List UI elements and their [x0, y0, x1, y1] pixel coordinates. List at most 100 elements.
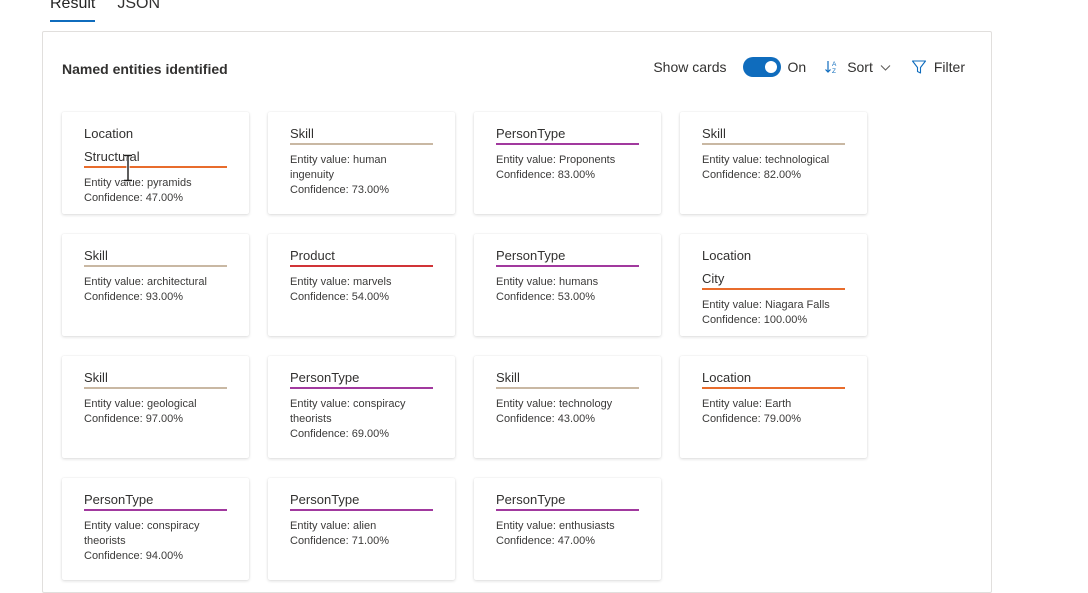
- text-cursor-icon: [122, 153, 134, 183]
- entity-category: PersonType: [290, 492, 433, 511]
- entity-card-body: Skill Entity value: architectural Confiden…: [62, 234, 249, 305]
- entity-value: Entity value: Earth: [702, 398, 792, 410]
- entity-confidence: Confidence: 47.00%: [496, 535, 596, 547]
- entity-card[interactable]: Skill Entity value: technology Confidence:…: [474, 356, 661, 458]
- entity-category: Skill: [290, 126, 433, 145]
- entity-details: Entity value: human ingenuity Confidence:…: [290, 153, 433, 198]
- entity-category: Skill: [496, 370, 639, 389]
- entity-card[interactable]: Location Structural Entity value: pyramids…: [62, 112, 249, 214]
- entity-details: Entity value: alien Confidence: 71.00%: [290, 519, 433, 549]
- entity-category: Location: [702, 248, 752, 263]
- entity-card-body: PersonType Entity value: conspiracy theor…: [268, 356, 455, 442]
- sort-icon: A Z: [824, 59, 840, 75]
- entity-card-body: Skill Entity value: geological Confidence:…: [62, 356, 249, 427]
- entity-value: Entity value: conspiracy theorists: [84, 520, 200, 547]
- entity-card-body: PersonType Entity value: humans Confidence…: [474, 234, 661, 305]
- entity-category: PersonType: [496, 248, 639, 267]
- entity-card[interactable]: PersonType Entity value: humans Confidence…: [474, 234, 661, 336]
- entity-confidence: Confidence: 97.00%: [84, 413, 184, 425]
- entity-category: PersonType: [290, 370, 433, 389]
- entity-confidence: Confidence: 93.00%: [84, 291, 184, 303]
- entity-confidence: Confidence: 43.00%: [496, 413, 596, 425]
- entity-card[interactable]: Skill Entity value: architectural Confiden…: [62, 234, 249, 336]
- entity-confidence: Confidence: 73.00%: [290, 184, 390, 196]
- entity-confidence: Confidence: 69.00%: [290, 428, 390, 440]
- entity-category: Product: [290, 248, 433, 267]
- entity-confidence: Confidence: 71.00%: [290, 535, 390, 547]
- entity-card-body: PersonType Entity value: enthusiasts Confi…: [474, 478, 661, 549]
- entity-subcategory: Structural: [84, 143, 227, 168]
- card-controls: Show cards On A Z Sort Filter: [653, 57, 965, 77]
- entity-card[interactable]: PersonType Entity value: enthusiasts Confi…: [474, 478, 661, 580]
- tab-json[interactable]: JSON: [117, 0, 160, 22]
- sort-label: Sort: [847, 59, 873, 75]
- entity-value: Entity value: humans: [496, 276, 599, 288]
- entity-category: PersonType: [84, 492, 227, 511]
- entity-subcategory: City: [702, 265, 845, 290]
- entity-category: Skill: [84, 248, 227, 267]
- entity-card-body: PersonType Entity value: alien Confidence:…: [268, 478, 455, 549]
- sort-button[interactable]: A Z Sort: [824, 59, 891, 75]
- entity-details: Entity value: conspiracy theorists Confid…: [290, 397, 433, 442]
- entity-confidence: Confidence: 83.00%: [496, 169, 596, 181]
- entity-category: Location: [702, 370, 845, 389]
- entity-details: Entity value: marvels Confidence: 54.00%: [290, 275, 433, 305]
- entity-value: Entity value: architectural: [84, 276, 207, 288]
- entity-details: Entity value: technology Confidence: 43.0…: [496, 397, 639, 427]
- entity-details: Entity value: Niagara Falls Confidence: 1…: [702, 298, 845, 328]
- panel-title: Named entities identified: [62, 61, 228, 77]
- entity-category: Location: [84, 126, 134, 141]
- entity-card[interactable]: Skill Entity value: geological Confidence:…: [62, 356, 249, 458]
- entity-value: Entity value: pyramids: [84, 177, 192, 189]
- entity-card[interactable]: PersonType Entity value: conspiracy theor…: [62, 478, 249, 580]
- entity-value: Entity value: technological: [702, 154, 830, 166]
- entity-card[interactable]: PersonType Entity value: Proponents Confid…: [474, 112, 661, 214]
- entity-card[interactable]: Skill Entity value: technological Confiden…: [680, 112, 867, 214]
- entity-confidence: Confidence: 82.00%: [702, 169, 802, 181]
- entity-details: Entity value: pyramids Confidence: 47.00%: [84, 176, 227, 206]
- tab-result[interactable]: Result: [50, 0, 96, 22]
- entity-card-body: Skill Entity value: technological Confiden…: [680, 112, 867, 183]
- entity-card-body: Location Entity value: Earth Confidence: 7…: [680, 356, 867, 427]
- entity-details: Entity value: architectural Confidence: 9…: [84, 275, 227, 305]
- entity-category: PersonType: [496, 492, 639, 511]
- entity-details: Entity value: technological Confidence: 8…: [702, 153, 845, 183]
- entity-details: Entity value: enthusiasts Confidence: 47.…: [496, 519, 639, 549]
- toggle-knob: [764, 61, 777, 73]
- entity-confidence: Confidence: 100.00%: [702, 314, 808, 326]
- entity-value: Entity value: Niagara Falls: [702, 299, 830, 311]
- entity-card-body: PersonType Entity value: conspiracy theor…: [62, 478, 249, 564]
- entity-value: Entity value: human ingenuity: [290, 154, 387, 181]
- entity-card[interactable]: Product Entity value: marvels Confidence: …: [268, 234, 455, 336]
- entity-card[interactable]: Location Entity value: Earth Confidence: 7…: [680, 356, 867, 458]
- show-cards-label: Show cards: [653, 59, 727, 75]
- entity-card[interactable]: PersonType Entity value: alien Confidence:…: [268, 478, 455, 580]
- entity-value: Entity value: enthusiasts: [496, 520, 615, 532]
- toggle-state-label: On: [787, 59, 807, 75]
- entity-confidence: Confidence: 47.00%: [84, 192, 184, 204]
- entity-confidence: Confidence: 94.00%: [84, 550, 184, 562]
- entity-card-body: PersonType Entity value: Proponents Confid…: [474, 112, 661, 183]
- show-cards-toggle[interactable]: [742, 57, 781, 77]
- entity-card-body: Location City Entity value: Niagara Falls C…: [680, 234, 867, 328]
- entity-details: Entity value: conspiracy theorists Confid…: [84, 519, 227, 564]
- entity-card[interactable]: Skill Entity value: human ingenuity Confid…: [268, 112, 455, 214]
- entity-card-body: Skill Entity value: technology Confidence:…: [474, 356, 661, 427]
- entity-confidence: Confidence: 53.00%: [496, 291, 596, 303]
- filter-icon: [911, 59, 927, 75]
- entity-card-body: Location Structural Entity value: pyramids…: [62, 112, 249, 206]
- svg-text:Z: Z: [832, 68, 836, 75]
- entity-confidence: Confidence: 79.00%: [702, 413, 802, 425]
- entity-details: Entity value: Earth Confidence: 79.00%: [702, 397, 845, 427]
- entity-value: Entity value: conspiracy theorists: [290, 398, 406, 425]
- entity-category: PersonType: [496, 126, 639, 145]
- filter-label: Filter: [933, 59, 965, 75]
- entity-card-body: Skill Entity value: human ingenuity Confid…: [268, 112, 455, 198]
- entity-card[interactable]: PersonType Entity value: conspiracy theor…: [268, 356, 455, 458]
- entity-card[interactable]: Location City Entity value: Niagara Falls C…: [680, 234, 867, 336]
- filter-button[interactable]: Filter: [911, 59, 965, 75]
- entity-details: Entity value: geological Confidence: 97.0…: [84, 397, 227, 427]
- entity-value: Entity value: Proponents: [496, 154, 616, 166]
- chevron-down-icon: [880, 62, 891, 73]
- entity-value: Entity value: technology: [496, 398, 613, 410]
